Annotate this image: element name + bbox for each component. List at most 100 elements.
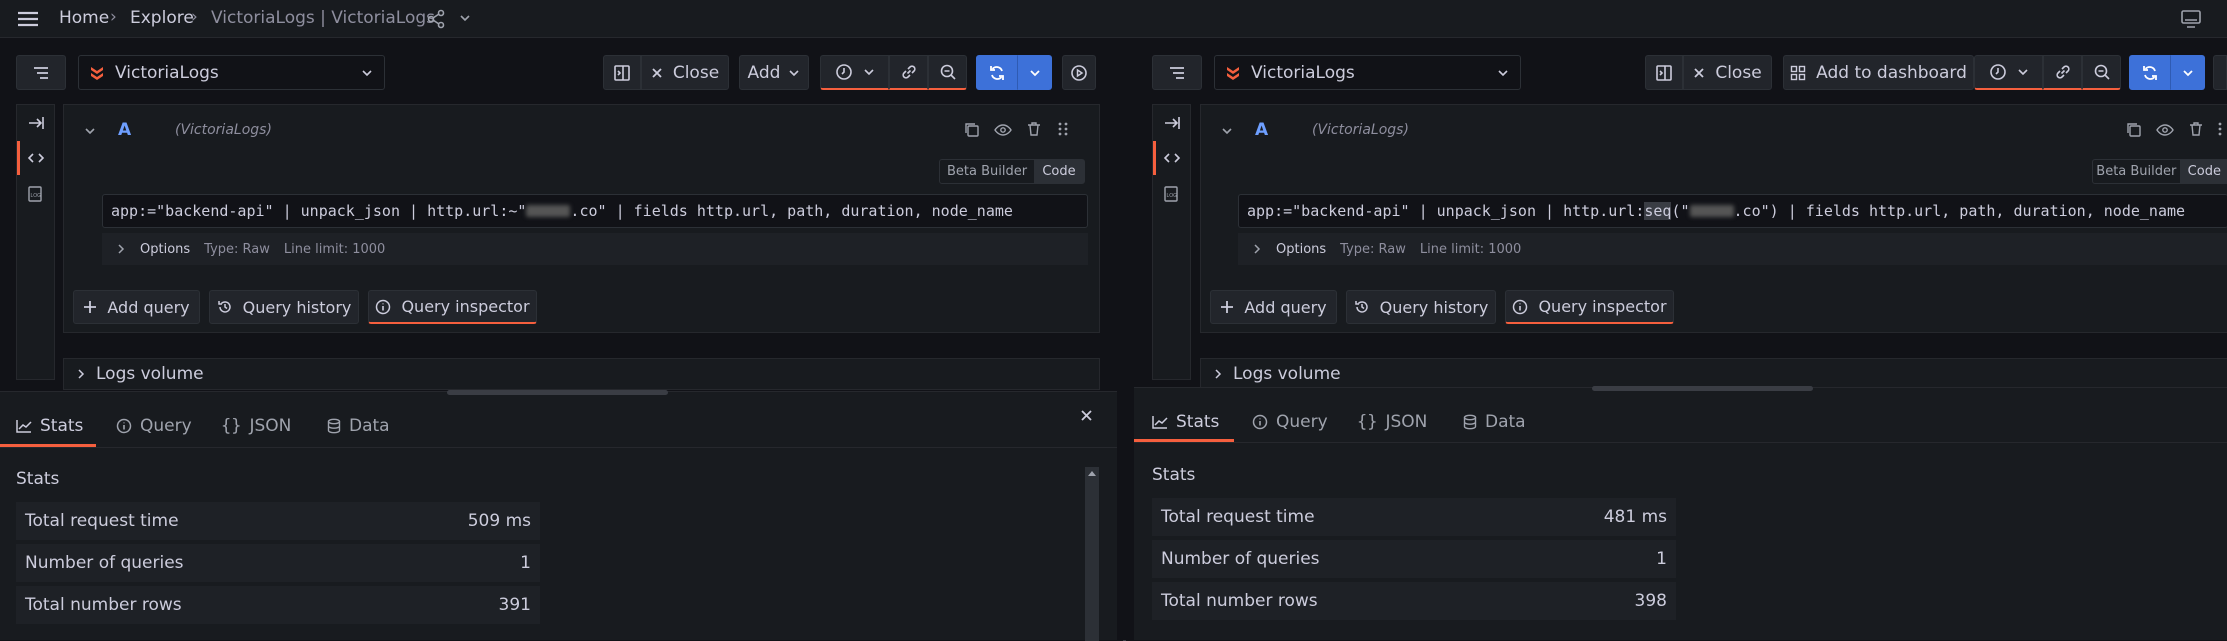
add-query-label: Add query <box>1244 297 1327 317</box>
scroll-up-icon[interactable] <box>1087 469 1097 479</box>
stats-row: Number of queries 1 <box>1152 540 1676 578</box>
add-to-dashboard-button[interactable]: Add to dashboard <box>1783 55 1974 90</box>
query-inspector-label: Query inspector <box>401 297 530 316</box>
tab-json[interactable]: {} JSON <box>1357 412 1427 432</box>
add-button[interactable]: Add <box>739 55 809 90</box>
datasource-name: VictoriaLogs <box>115 62 219 83</box>
datasource-picker[interactable]: VictoriaLogs <box>78 55 385 90</box>
stats-row: Total number rows 391 <box>16 586 540 624</box>
time-picker-button[interactable] <box>820 55 889 90</box>
tab-json[interactable]: {} JSON <box>221 416 291 436</box>
query-text-end: .co" | fields http.url, path, duration, … <box>570 202 1013 220</box>
code-mode-tab[interactable]: Code <box>1034 160 1084 183</box>
code-mode-tab[interactable]: Code <box>2179 160 2227 183</box>
add-query-button[interactable]: Add query <box>1210 290 1337 324</box>
breadcrumb-explore[interactable]: Explore <box>130 8 194 28</box>
run-query-button[interactable] <box>2129 55 2170 90</box>
drag-handle-icon[interactable] <box>2217 121 2227 137</box>
collapse-sidebar-icon[interactable] <box>1163 115 1181 131</box>
live-tail-button[interactable] <box>1062 55 1096 90</box>
refresh-icon <box>989 65 1004 80</box>
code-icon[interactable] <box>27 150 45 166</box>
run-query-button[interactable] <box>976 55 1017 90</box>
breadcrumb-separator-icon: › <box>110 7 117 27</box>
query-options-row[interactable]: Options Type: Raw Line limit: 1000 <box>1238 233 2227 265</box>
query-input[interactable]: app:="backend-api" | unpack_json | http.… <box>102 194 1088 228</box>
chevron-right-icon <box>76 368 86 380</box>
trash-icon[interactable] <box>2188 121 2204 137</box>
close-split-button[interactable]: Close <box>1683 55 1772 90</box>
query-history-button[interactable]: Query history <box>1346 290 1496 324</box>
options-label: Options <box>1276 241 1327 257</box>
duplicate-icon[interactable] <box>964 122 980 138</box>
query-letter[interactable]: A <box>1255 120 1268 140</box>
info-icon <box>375 299 391 315</box>
list-icon <box>1170 66 1184 79</box>
breadcrumb-home[interactable]: Home <box>59 8 109 28</box>
query-options-row[interactable]: Options Type: Raw Line limit: 1000 <box>102 233 1088 265</box>
chevron-down-icon[interactable] <box>1221 125 1233 137</box>
logs-icon[interactable]: LOG <box>1163 185 1181 203</box>
split-view-button[interactable] <box>1645 55 1683 90</box>
stat-label: Total request time <box>1161 507 1315 527</box>
top-bar: Home › Explore › VictoriaLogs | Victoria… <box>0 0 2227 38</box>
tab-stats[interactable]: Stats <box>1152 412 1219 432</box>
tab-query[interactable]: Query <box>1252 412 1328 432</box>
query-inspector-button[interactable]: Query inspector <box>368 290 537 324</box>
options-line-limit: Line limit: 1000 <box>1419 241 1522 257</box>
toggle-query-list-button[interactable] <box>1152 55 1202 90</box>
split-view-button[interactable] <box>603 55 641 90</box>
drawer-resize-handle[interactable] <box>447 390 668 395</box>
toggle-query-list-button[interactable] <box>16 55 66 90</box>
chevron-down-icon <box>2017 66 2029 78</box>
add-query-button[interactable]: Add query <box>73 290 200 324</box>
drawer-resize-handle[interactable] <box>1592 386 1813 391</box>
time-picker-button[interactable] <box>1974 55 2043 90</box>
collapse-sidebar-icon[interactable] <box>27 115 45 131</box>
builder-mode-tab[interactable]: Beta Builder <box>940 160 1034 183</box>
query-letter[interactable]: A <box>118 120 131 140</box>
code-icon[interactable] <box>1163 150 1181 166</box>
live-tail-button[interactable] <box>2213 55 2227 90</box>
tab-query[interactable]: Query <box>116 416 192 436</box>
menu-icon[interactable] <box>16 9 40 29</box>
zoom-out-button[interactable] <box>928 55 967 90</box>
chevron-down-icon[interactable] <box>84 125 96 137</box>
chevron-down-icon <box>863 66 875 78</box>
share-icon[interactable] <box>426 9 446 29</box>
breadcrumb-separator-icon: › <box>191 7 198 27</box>
refresh-interval-button[interactable] <box>2170 55 2205 90</box>
eye-icon[interactable] <box>2156 122 2174 138</box>
close-icon[interactable] <box>1080 409 1093 422</box>
options-type: Type: Raw <box>204 241 270 257</box>
tab-stats[interactable]: Stats <box>16 416 83 436</box>
monitor-icon[interactable] <box>2180 9 2202 29</box>
trash-icon[interactable] <box>1026 121 1042 137</box>
copy-link-button[interactable] <box>2043 55 2082 90</box>
eye-icon[interactable] <box>994 122 1012 138</box>
chevron-down-icon[interactable] <box>458 11 472 25</box>
pane-splitter[interactable] <box>1118 38 1134 640</box>
logs-volume-header[interactable]: Logs volume <box>63 358 1100 390</box>
tab-query-label: Query <box>1276 412 1328 432</box>
query-input[interactable]: app:="backend-api" | unpack_json | http.… <box>1238 194 2227 228</box>
braces-icon: {} <box>221 416 242 436</box>
copy-link-button[interactable] <box>889 55 928 90</box>
refresh-interval-button[interactable] <box>1017 55 1052 90</box>
query-inspector-button[interactable]: Query inspector <box>1505 290 1674 324</box>
tab-data[interactable]: Data <box>1463 412 1526 432</box>
query-history-button[interactable]: Query history <box>209 290 359 324</box>
scrollbar[interactable] <box>1085 467 1099 641</box>
logs-icon[interactable]: LOG <box>27 185 45 203</box>
close-split-button[interactable]: Close <box>641 55 729 90</box>
duplicate-icon[interactable] <box>2126 122 2142 138</box>
stat-value: 481 ms <box>1603 507 1667 527</box>
split-icon <box>1656 64 1672 81</box>
builder-mode-tab[interactable]: Beta Builder <box>2093 160 2180 183</box>
datasource-picker[interactable]: VictoriaLogs <box>1214 55 1521 90</box>
zoom-out-button[interactable] <box>2082 55 2121 90</box>
close-icon <box>651 67 663 79</box>
stats-heading: Stats <box>1152 465 1196 485</box>
tab-data[interactable]: Data <box>327 416 390 436</box>
drag-handle-icon[interactable] <box>1057 121 1069 137</box>
